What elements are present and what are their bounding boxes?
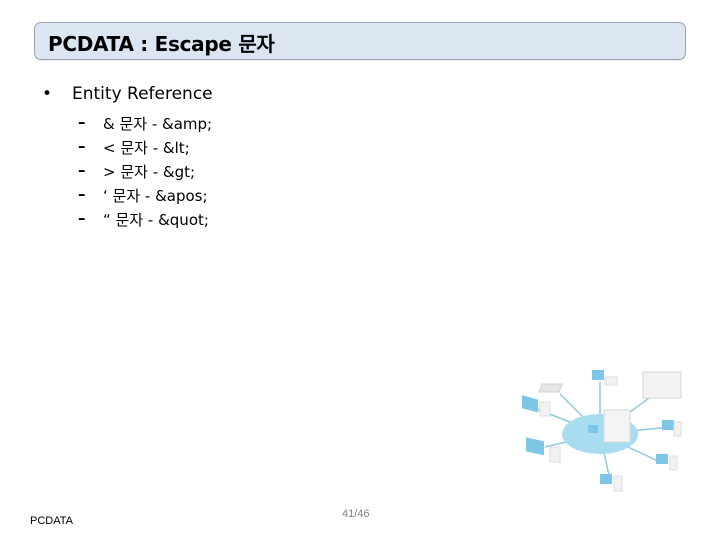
rack-icon xyxy=(642,371,682,399)
bullet-text: Entity Reference xyxy=(72,84,213,104)
list-item-text: > 문자 - &gt; xyxy=(103,163,196,181)
dash-marker: – xyxy=(78,137,86,155)
dash-marker: – xyxy=(78,209,86,227)
dash-marker: – xyxy=(78,161,86,179)
server-icon xyxy=(603,409,631,443)
dash-marker: – xyxy=(78,113,86,131)
list-item-text: < 문자 - &lt; xyxy=(103,139,190,157)
list-item-text: ‘ 문자 - &apos; xyxy=(103,187,208,205)
list-item-text: “ 문자 - &quot; xyxy=(103,211,209,229)
list-item-text: & 문자 - &amp; xyxy=(103,115,213,133)
network-diagram-icon xyxy=(510,362,690,502)
dash-marker: – xyxy=(78,185,86,203)
bullet-marker: • xyxy=(42,84,53,104)
slide-title: PCDATA : Escape 문자 xyxy=(48,32,275,56)
hub-laptop-icon xyxy=(588,425,598,433)
slide-title-box: PCDATA : Escape 문자 xyxy=(34,22,686,60)
page-number: 41/46 xyxy=(342,508,370,520)
footer-label: PCDATA xyxy=(30,515,73,527)
